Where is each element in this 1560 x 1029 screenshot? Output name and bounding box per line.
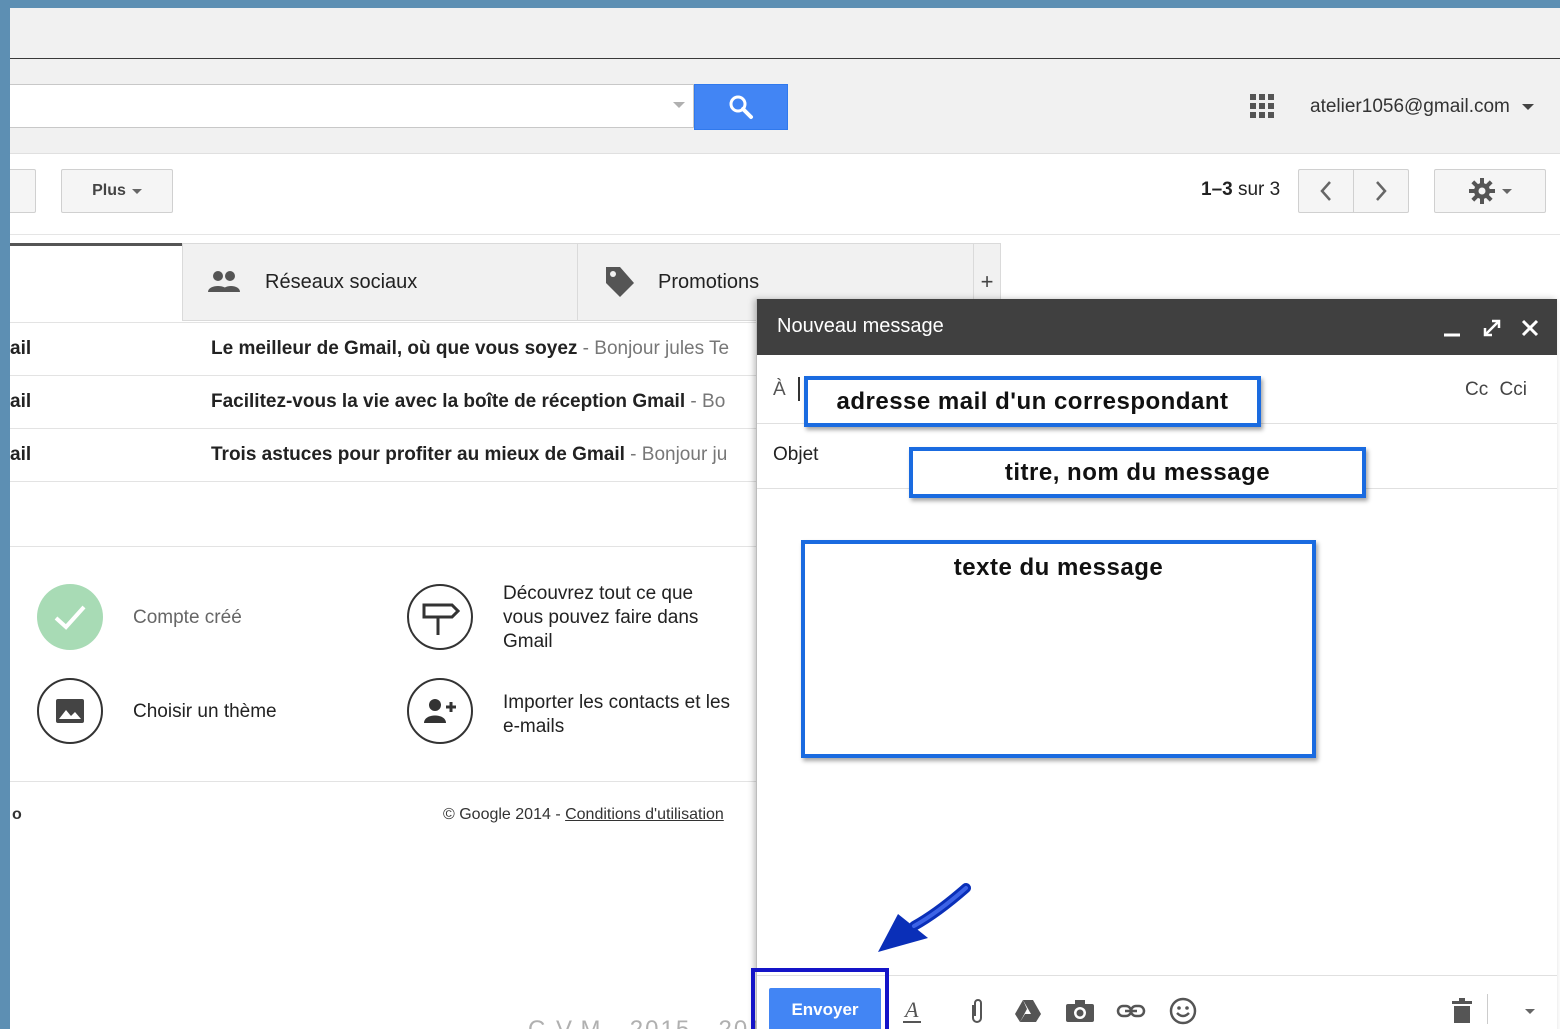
annotation-body: texte du message: [801, 540, 1316, 758]
mail-subject: Le meilleur de Gmail, où que vous soyez …: [211, 338, 729, 360]
tab-promotions-label: Promotions: [658, 270, 760, 293]
more-options-caret-icon[interactable]: [1515, 996, 1545, 1026]
previous-page-button[interactable]: [1298, 169, 1354, 213]
account-email: atelier1056@gmail.com: [1310, 96, 1510, 117]
add-person-icon[interactable]: [407, 678, 473, 744]
search-options-caret-icon[interactable]: [673, 102, 685, 108]
add-tab-label: +: [980, 269, 994, 294]
choose-theme-link[interactable]: Choisir un thème: [133, 700, 277, 724]
account-created-label: Compte créé: [133, 607, 242, 628]
mail-list: ail Le meilleur de Gmail, où que vous so…: [10, 322, 760, 482]
copyright-text: © Google 2014 -: [443, 806, 566, 823]
camera-icon[interactable]: [1065, 996, 1095, 1026]
import-contacts-link[interactable]: Importer les contacts et les e-mails: [503, 691, 733, 739]
check-icon: [37, 584, 103, 650]
close-icon[interactable]: [1519, 317, 1541, 339]
gear-icon: [1469, 178, 1495, 204]
pager-range: 1–3: [1201, 179, 1233, 200]
mail-row[interactable]: ail Le meilleur de Gmail, où que vous so…: [10, 322, 760, 376]
minimize-icon[interactable]: [1441, 317, 1463, 339]
emoji-icon[interactable]: [1168, 996, 1198, 1026]
subject-label: Objet: [773, 444, 819, 465]
chevron-right-icon: [1376, 181, 1387, 201]
drive-icon[interactable]: [1013, 996, 1043, 1026]
mail-row[interactable]: ail Facilitez-vous la vie avec la boîte …: [10, 376, 760, 429]
mail-snippet: - Bo: [690, 391, 726, 412]
mail-subject-text: Le meilleur de Gmail, où que vous soyez: [211, 338, 578, 359]
mail-snippet-text: Bonjour ju: [641, 444, 728, 465]
search-icon: [729, 95, 753, 119]
settings-button[interactable]: [1434, 169, 1546, 213]
mail-subject: Facilitez-vous la vie avec la boîte de r…: [211, 391, 725, 413]
gmail-window: atelier1056@gmail.com Plus 1–3 sur 3 Rés…: [10, 8, 1560, 1029]
pointer-arrow-icon: [878, 883, 971, 952]
signpost-icon[interactable]: [407, 584, 473, 650]
people-icon: [208, 271, 240, 292]
apps-grid-icon[interactable]: [1248, 92, 1276, 120]
mail-sender: ail: [10, 338, 32, 359]
account-menu[interactable]: atelier1056@gmail.com: [1310, 96, 1534, 118]
mail-toolbar: Plus 1–3 sur 3: [10, 154, 1560, 235]
compose-header: Nouveau message: [757, 299, 1557, 355]
toolbar-separator: [1487, 994, 1488, 1024]
annotation-to: adresse mail d'un correspondant: [804, 376, 1261, 427]
compose-title: Nouveau message: [777, 315, 944, 337]
footer-copyright: © Google 2014 - Conditions d'utilisation: [443, 806, 724, 824]
pager-text: 1–3 sur 3: [1201, 179, 1280, 201]
expand-icon[interactable]: [1481, 317, 1503, 339]
trash-icon[interactable]: [1447, 996, 1477, 1026]
mail-subject: Trois astuces pour profiter au mieux de …: [211, 444, 727, 466]
tab-social-label: Réseaux sociaux: [265, 270, 418, 293]
image-icon[interactable]: [37, 678, 103, 744]
browser-top-strip: [10, 8, 1560, 59]
more-button[interactable]: Plus: [61, 169, 173, 213]
toolbar-button-partial[interactable]: [10, 169, 36, 213]
footer-left-text: o: [12, 806, 22, 823]
mail-snippet: - Bonjour jules Te: [582, 338, 730, 359]
chevron-down-icon: [1502, 188, 1512, 194]
cc-bcc-links[interactable]: Cc Cci: [1465, 379, 1527, 401]
next-page-button[interactable]: [1353, 169, 1409, 213]
divider: [10, 546, 760, 547]
pager-total: sur 3: [1237, 179, 1281, 200]
more-button-label: Plus: [92, 182, 126, 199]
search-input[interactable]: [10, 84, 694, 128]
chevron-left-icon: [1320, 181, 1331, 201]
tag-icon: [606, 267, 634, 297]
mail-subject-text: Facilitez-vous la vie avec la boîte de r…: [211, 391, 686, 412]
compose-footer: Envoyer A: [751, 968, 1557, 1029]
mail-subject-text: Trois astuces pour profiter au mieux de …: [211, 444, 625, 465]
tab-social[interactable]: Réseaux sociaux: [182, 243, 578, 321]
divider: [10, 781, 760, 782]
send-button[interactable]: Envoyer: [769, 988, 881, 1029]
mail-sender: ail: [10, 444, 32, 465]
mail-row[interactable]: ail Trois astuces pour profiter au mieux…: [10, 429, 760, 482]
discover-gmail-link[interactable]: Découvrez tout ce que vous pouvez faire …: [503, 582, 733, 654]
text-cursor: [798, 377, 800, 401]
gmail-header: atelier1056@gmail.com: [10, 59, 1560, 154]
formatting-icon[interactable]: A: [897, 996, 927, 1026]
link-icon[interactable]: [1116, 996, 1146, 1026]
tab-primary[interactable]: [10, 243, 182, 321]
chevron-down-icon: [1521, 104, 1534, 110]
mail-sender: ail: [10, 391, 32, 412]
terms-link[interactable]: Conditions d'utilisation: [565, 806, 724, 823]
mail-snippet-text: Bo: [702, 391, 726, 412]
attach-icon[interactable]: [962, 996, 992, 1026]
chevron-down-icon: [131, 188, 142, 194]
mail-snippet: - Bonjour ju: [630, 444, 728, 465]
search-button[interactable]: [694, 84, 788, 130]
svg-text:A: A: [903, 998, 919, 1022]
mail-snippet-text: Bonjour jules Te: [594, 338, 730, 359]
to-label: À: [773, 379, 786, 400]
annotation-subject: titre, nom du message: [909, 447, 1366, 498]
